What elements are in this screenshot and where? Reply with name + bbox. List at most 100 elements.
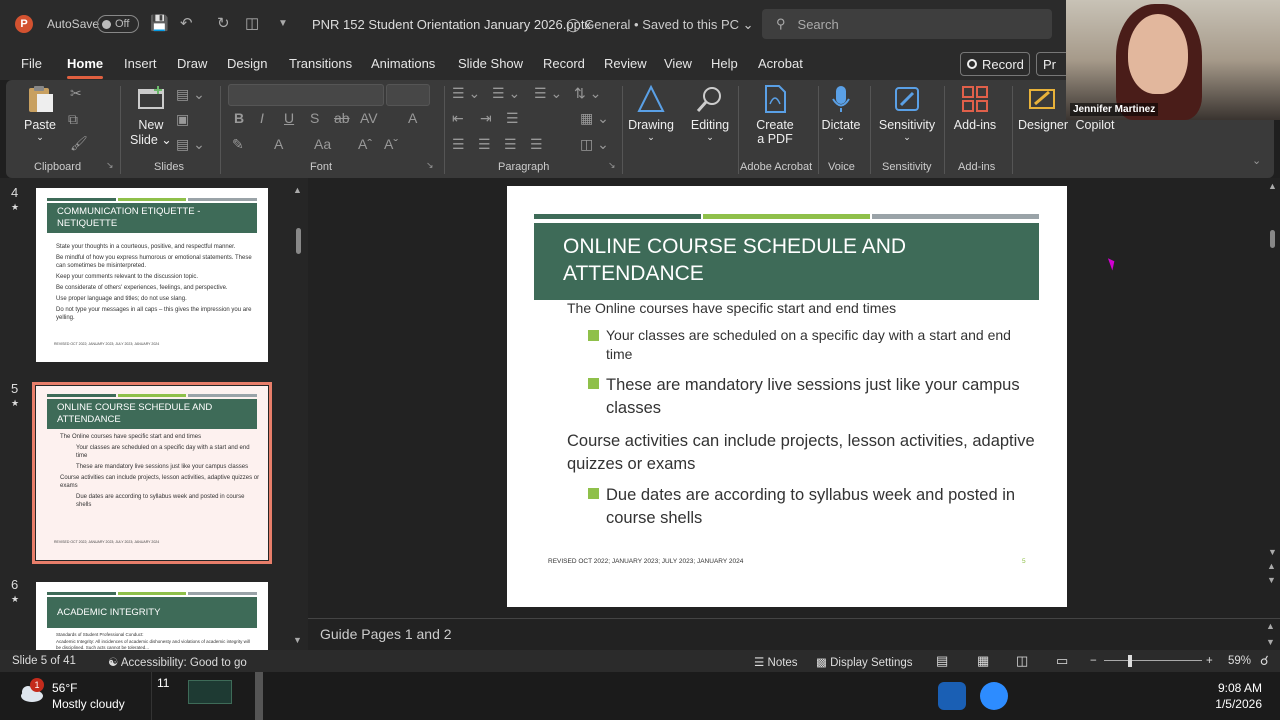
collapse-ribbon-icon[interactable]: ⌄ xyxy=(1252,154,1261,167)
present-from-start-icon[interactable]: ◫ xyxy=(245,14,259,32)
sensitivity-button[interactable]: Sensitivity ⌄ xyxy=(878,84,936,143)
font-color-icon[interactable]: A xyxy=(274,136,283,152)
display-settings-button[interactable]: ▩ Display Settings xyxy=(816,655,913,669)
notes-button[interactable]: ☰ Notes xyxy=(754,655,798,669)
designer-button[interactable]: Designer xyxy=(1018,84,1068,132)
zoom-out-icon[interactable]: − xyxy=(1090,655,1097,667)
section-icon[interactable]: ▤ ⌄ xyxy=(176,136,205,153)
scroll-up-arrow-icon[interactable]: ▲ xyxy=(293,185,302,195)
undo-icon[interactable]: ↶ xyxy=(180,14,193,32)
zoom-slider[interactable] xyxy=(1104,660,1202,661)
current-slide[interactable]: ONLINE COURSE SCHEDULE AND ATTENDANCE Th… xyxy=(507,186,1067,607)
layout-icon[interactable]: ▤ ⌄ xyxy=(176,86,205,103)
search-input[interactable]: ⚲ Search xyxy=(762,9,1052,39)
taskbar-window-thumbnail[interactable] xyxy=(255,672,263,720)
tab-animations[interactable]: Animations xyxy=(371,56,435,71)
weather-condition[interactable]: Mostly cloudy xyxy=(52,697,125,711)
clear-formatting-icon[interactable]: A xyxy=(408,110,417,126)
slide-counter[interactable]: Slide 5 of 41 xyxy=(12,655,76,667)
shadow-icon[interactable]: S xyxy=(310,110,319,126)
slide-sorter-icon[interactable]: ▦ xyxy=(977,653,989,669)
smartart-icon[interactable]: ◫ ⌄ xyxy=(580,136,609,153)
weather-temperature[interactable]: 56°F xyxy=(52,681,77,695)
outlook-icon[interactable] xyxy=(938,682,966,710)
thumbnail-scroll-thumb[interactable] xyxy=(296,228,301,254)
align-center-icon[interactable]: ☰ xyxy=(478,136,491,153)
autosave-toggle[interactable]: Off xyxy=(97,15,139,33)
record-button[interactable]: Record xyxy=(960,52,1030,76)
dictate-button[interactable]: Dictate ⌄ xyxy=(820,84,862,143)
document-status[interactable]: ◯ General • Saved to this PC ⌄ xyxy=(566,17,754,33)
font-size-select[interactable] xyxy=(386,84,430,106)
zoom-in-icon[interactable]: + xyxy=(1206,655,1213,667)
increase-indent-icon[interactable]: ⇥ xyxy=(480,110,492,127)
notes-scroll-up-icon[interactable]: ▲ xyxy=(1266,621,1275,631)
notes-text[interactable]: Guide Pages 1 and 2 xyxy=(320,626,452,642)
normal-view-icon[interactable]: ▤ xyxy=(936,653,948,669)
dialog-launcher-icon[interactable]: ↘ xyxy=(608,160,616,171)
tab-design[interactable]: Design xyxy=(227,56,267,71)
tab-view[interactable]: View xyxy=(664,56,692,71)
char-spacing-icon[interactable]: AV xyxy=(360,110,378,126)
reset-icon[interactable]: ▣ xyxy=(176,111,189,128)
editor-scrollbar[interactable]: ▲ ▼ ▲ ▼ xyxy=(1266,181,1277,645)
align-right-icon[interactable]: ☰ xyxy=(504,136,517,153)
previous-slide-icon[interactable]: ▲ xyxy=(1267,561,1276,571)
copy-icon[interactable]: ⧉ xyxy=(68,111,78,128)
zoom-icon[interactable] xyxy=(980,682,1008,710)
document-title[interactable]: PNR 152 Student Orientation January 2026… xyxy=(312,17,591,32)
paste-button[interactable]: Paste ⌄ xyxy=(24,84,56,143)
tab-draw[interactable]: Draw xyxy=(177,56,207,71)
tab-record[interactable]: Record xyxy=(543,56,585,71)
decrease-indent-icon[interactable]: ⇤ xyxy=(452,110,464,127)
columns-icon[interactable]: ☰ xyxy=(506,110,519,127)
increase-font-icon[interactable]: Aˆ xyxy=(358,136,372,152)
zoom-level[interactable]: 59% xyxy=(1228,655,1251,667)
dialog-launcher-icon[interactable]: ↘ xyxy=(426,160,434,171)
cut-icon[interactable]: ✂ xyxy=(70,85,82,102)
italic-icon[interactable]: I xyxy=(260,110,264,126)
fit-to-window-icon[interactable]: ☌ xyxy=(1260,653,1269,669)
tab-file[interactable]: File xyxy=(21,56,42,71)
notes-pane[interactable]: Guide Pages 1 and 2 ▲ ▼ xyxy=(308,618,1280,650)
numbering-icon[interactable]: ☰ ⌄ xyxy=(492,85,520,102)
taskbar-window-thumbnail[interactable] xyxy=(188,680,232,704)
customize-toolbar-icon[interactable]: ▼ xyxy=(278,18,288,29)
tab-home[interactable]: Home xyxy=(67,56,104,79)
tab-help[interactable]: Help xyxy=(711,56,738,71)
decrease-font-icon[interactable]: Aˇ xyxy=(384,136,398,152)
present-button[interactable]: Pr xyxy=(1036,52,1070,76)
next-slide-icon[interactable]: ▼ xyxy=(1267,575,1276,585)
create-pdf-button[interactable]: Create a PDF xyxy=(754,84,796,146)
zoom-slider-thumb[interactable] xyxy=(1128,655,1132,667)
thumbnail-scrollbar[interactable]: ▲ ▼ xyxy=(292,185,302,645)
addins-button[interactable]: Add-ins xyxy=(952,84,998,132)
reading-view-icon[interactable]: ◫ xyxy=(1016,653,1028,669)
system-clock[interactable]: 9:08 AM 1/5/2026 xyxy=(1215,680,1262,712)
tab-review[interactable]: Review xyxy=(604,56,647,71)
slide-show-icon[interactable]: ▭ xyxy=(1056,653,1068,669)
bullets-icon[interactable]: ☰ ⌄ xyxy=(452,85,480,102)
scroll-up-arrow-icon[interactable]: ▲ xyxy=(1268,181,1277,191)
underline-icon[interactable]: U xyxy=(284,110,294,126)
line-spacing-icon[interactable]: ☰ ⌄ xyxy=(534,85,562,102)
copilot-button[interactable]: Copilot xyxy=(1072,118,1118,132)
dialog-launcher-icon[interactable]: ↘ xyxy=(106,160,114,171)
drawing-button[interactable]: Drawing ⌄ xyxy=(628,84,674,143)
strikethrough-icon[interactable]: ab xyxy=(334,110,350,126)
bold-icon[interactable]: B xyxy=(234,110,244,126)
text-direction-icon[interactable]: ⇅ ⌄ xyxy=(574,85,601,102)
scroll-down-arrow-icon[interactable]: ▼ xyxy=(1268,547,1277,557)
font-family-select[interactable] xyxy=(228,84,384,106)
slide-thumbnail-5[interactable]: ONLINE COURSE SCHEDULE AND ATTENDANCE Th… xyxy=(32,382,272,564)
scroll-down-arrow-icon[interactable]: ▼ xyxy=(293,635,302,645)
redo-icon[interactable]: ↻ xyxy=(217,14,230,32)
align-left-icon[interactable]: ☰ xyxy=(452,136,465,153)
save-icon[interactable]: 💾 xyxy=(150,14,169,32)
tab-insert[interactable]: Insert xyxy=(124,56,157,71)
editor-scroll-thumb[interactable] xyxy=(1270,230,1275,248)
format-painter-icon[interactable]: 🖌 xyxy=(70,135,88,152)
slide-content[interactable]: The Online courses have specific start a… xyxy=(567,299,1037,540)
tab-slide-show[interactable]: Slide Show xyxy=(458,56,523,71)
change-case-icon[interactable]: Aa xyxy=(314,136,331,152)
